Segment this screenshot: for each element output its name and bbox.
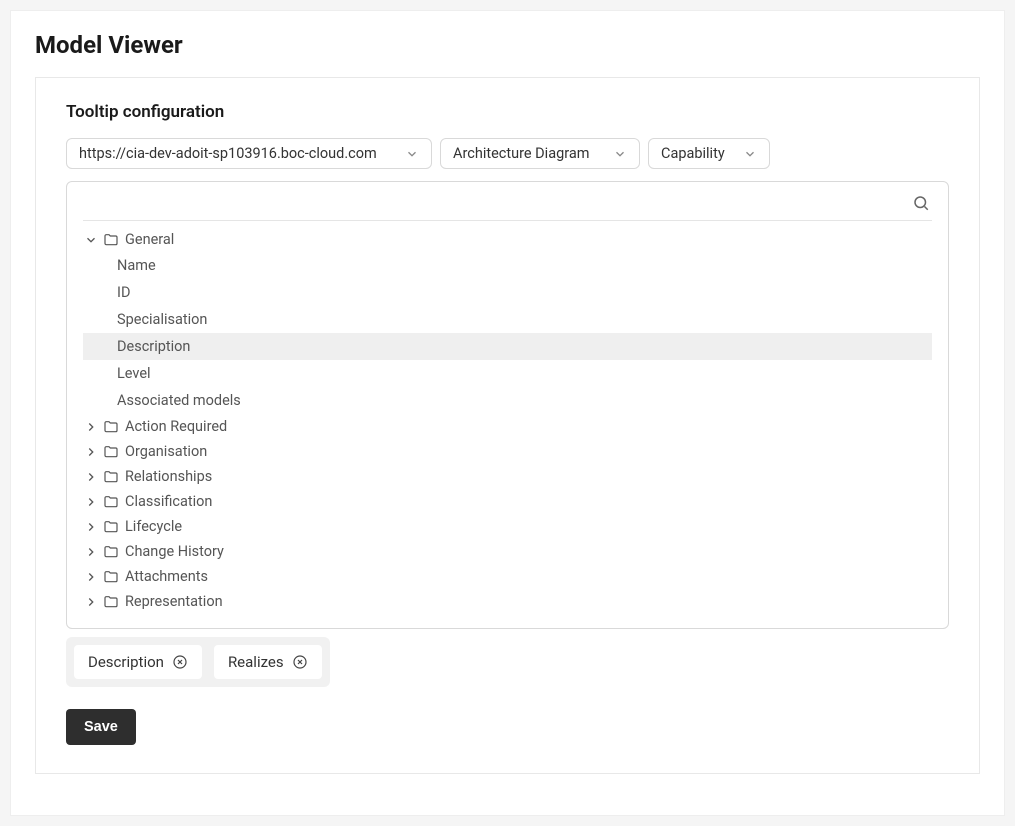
tree-leaf-specialisation[interactable]: Specialisation <box>83 306 932 333</box>
chevron-right-icon <box>83 495 99 509</box>
tree-leaf-level[interactable]: Level <box>83 360 932 387</box>
chip-label: Realizes <box>228 653 284 671</box>
search-row <box>83 190 932 221</box>
tree-label-general: General <box>125 231 174 248</box>
url-select[interactable]: https://cia-dev-adoit-sp103916.boc-cloud… <box>66 138 432 169</box>
tree-row-change-history[interactable]: Change History <box>83 539 932 564</box>
tree-row-general[interactable]: General <box>83 227 932 252</box>
tree-leaf-id[interactable]: ID <box>83 279 932 306</box>
folder-icon <box>103 594 119 610</box>
section-title: Tooltip configuration <box>66 102 949 122</box>
tree-node-action-required: Action Required <box>83 414 932 439</box>
tree-row-representation[interactable]: Representation <box>83 589 932 614</box>
tree-node-general: General Name ID Specialisation Descripti… <box>83 227 932 414</box>
tree-row-relationships[interactable]: Relationships <box>83 464 932 489</box>
tree-row-organisation[interactable]: Organisation <box>83 439 932 464</box>
chevron-down-icon <box>613 147 627 161</box>
page-title: Model Viewer <box>35 31 1000 59</box>
tree-children-general: Name ID Specialisation Description Level… <box>83 252 932 414</box>
diagram-select[interactable]: Architecture Diagram <box>440 138 640 169</box>
tree-label-action-required: Action Required <box>125 418 227 435</box>
tree-leaf-description[interactable]: Description <box>83 333 932 360</box>
chevron-right-icon <box>83 545 99 559</box>
tree-label-classification: Classification <box>125 493 212 510</box>
tree-row-attachments[interactable]: Attachments <box>83 564 932 589</box>
url-select-value: https://cia-dev-adoit-sp103916.boc-cloud… <box>79 145 377 162</box>
chevron-right-icon <box>83 420 99 434</box>
tree-row-action-required[interactable]: Action Required <box>83 414 932 439</box>
tree-label-lifecycle: Lifecycle <box>125 518 182 535</box>
folder-icon <box>103 469 119 485</box>
search-icon[interactable] <box>912 194 930 212</box>
chevron-right-icon <box>83 470 99 484</box>
capability-select[interactable]: Capability <box>648 138 770 169</box>
chevron-right-icon <box>83 445 99 459</box>
tree-node-relationships: Relationships <box>83 464 932 489</box>
tooltip-config-panel: Tooltip configuration https://cia-dev-ad… <box>35 77 980 774</box>
chevron-right-icon <box>83 595 99 609</box>
tree-node-change-history: Change History <box>83 539 932 564</box>
save-button[interactable]: Save <box>66 709 136 745</box>
tree-label-attachments: Attachments <box>125 568 208 585</box>
diagram-select-value: Architecture Diagram <box>453 145 589 162</box>
tree-label-change-history: Change History <box>125 543 224 560</box>
chevron-right-icon <box>83 570 99 584</box>
selected-chips: Description Realizes <box>66 637 330 687</box>
tree-node-representation: Representation <box>83 589 932 614</box>
capability-select-value: Capability <box>661 145 725 162</box>
tree-node-attachments: Attachments <box>83 564 932 589</box>
tree-leaf-name[interactable]: Name <box>83 252 932 279</box>
tree-row-classification[interactable]: Classification <box>83 489 932 514</box>
tree-leaf-associated-models[interactable]: Associated models <box>83 387 932 414</box>
tree-row-lifecycle[interactable]: Lifecycle <box>83 514 932 539</box>
tree-root: General Name ID Specialisation Descripti… <box>83 227 932 614</box>
chevron-down-icon <box>405 147 419 161</box>
folder-icon <box>103 232 119 248</box>
tree-panel: General Name ID Specialisation Descripti… <box>66 181 949 629</box>
select-row: https://cia-dev-adoit-sp103916.boc-cloud… <box>66 138 949 169</box>
chevron-right-icon <box>83 520 99 534</box>
close-icon[interactable] <box>292 654 308 670</box>
tree-label-organisation: Organisation <box>125 443 207 460</box>
folder-icon <box>103 519 119 535</box>
folder-icon <box>103 419 119 435</box>
tree-label-relationships: Relationships <box>125 468 212 485</box>
folder-icon <box>103 544 119 560</box>
chip-description: Description <box>74 645 202 679</box>
folder-icon <box>103 569 119 585</box>
chevron-down-icon <box>743 147 757 161</box>
close-icon[interactable] <box>172 654 188 670</box>
folder-icon <box>103 494 119 510</box>
tree-node-lifecycle: Lifecycle <box>83 514 932 539</box>
tree-node-organisation: Organisation <box>83 439 932 464</box>
chip-label: Description <box>88 653 164 671</box>
folder-icon <box>103 444 119 460</box>
tree-node-classification: Classification <box>83 489 932 514</box>
chip-realizes: Realizes <box>214 645 322 679</box>
tree-label-representation: Representation <box>125 593 223 610</box>
outer-panel: Model Viewer Tooltip configuration https… <box>10 10 1005 816</box>
chevron-down-icon <box>83 233 99 247</box>
